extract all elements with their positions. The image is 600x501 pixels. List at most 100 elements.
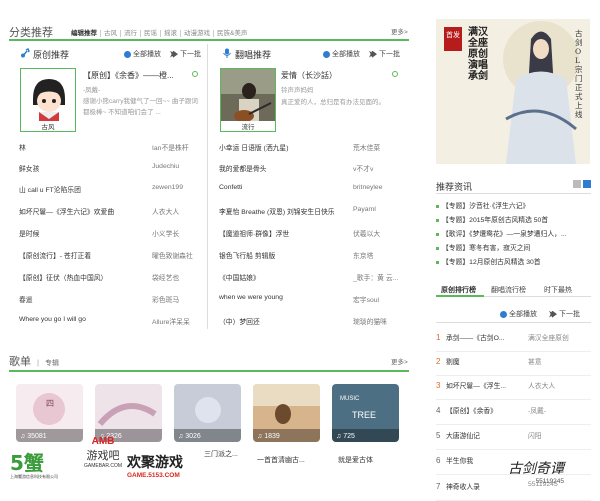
songlist-more-link[interactable]: 更多> — [391, 356, 408, 366]
svg-text:四: 四 — [46, 399, 54, 408]
rank-divider — [436, 322, 591, 323]
songlist-caption-5[interactable]: 就是爱古体 — [338, 455, 373, 465]
song-artist[interactable]: Allure洋呆呆 — [152, 316, 206, 326]
rank-row[interactable]: 4 【原创】《余香》 — [436, 405, 591, 425]
news-item[interactable]: 【专题】寒冬有害，寂灭之间 — [436, 242, 591, 252]
song-title[interactable]: 鲜女孩 — [19, 163, 147, 173]
rank-row[interactable]: 7 神奇收人录 — [436, 481, 591, 501]
song-title[interactable]: 【原创流行】- 苍打正着 — [19, 250, 147, 260]
rank-title: 半生你我 — [446, 458, 474, 465]
rank-play-all[interactable]: 全部播放 — [500, 309, 537, 319]
news-item[interactable]: 【歌评】《梦遭鸯花》—一泉梦遭归人，... — [436, 228, 591, 238]
rank-row[interactable]: 5 大唐游仙记 — [436, 430, 591, 450]
play-all-icon — [323, 50, 330, 58]
song-title[interactable]: Where you go I will go — [19, 316, 147, 323]
rank-next-batch[interactable]: 下一批 — [549, 309, 580, 319]
cover-play-all[interactable]: 全部播放 — [323, 49, 360, 59]
song-artist[interactable]: 人衣大人 — [152, 206, 206, 216]
song-artist[interactable]: _歌手：黄 云... — [353, 272, 408, 282]
songlist-caption-3[interactable]: 三门派之... — [204, 449, 238, 459]
tab-anime-game[interactable]: 动漫游戏 — [181, 30, 214, 37]
song-title[interactable]: 我的爱都是骨头 — [219, 163, 349, 173]
svg-text:TREE: TREE — [352, 410, 376, 420]
cover-next-batch[interactable]: 下一批 — [369, 49, 400, 59]
songlist-cover-1[interactable]: 四 ♫ 35081 — [16, 384, 83, 442]
original-avatar[interactable]: 古风 — [20, 68, 76, 132]
song-artist[interactable]: 荒木佳菜 — [353, 142, 408, 152]
song-artist[interactable]: 小义学长 — [152, 228, 206, 238]
tab-rock[interactable]: 摇滚 — [161, 30, 181, 37]
song-artist[interactable]: zewen199 — [152, 184, 206, 191]
song-artist[interactable]: 彩色斑马 — [152, 294, 206, 304]
play-count: 725 — [343, 433, 355, 440]
song-title[interactable]: when we were young — [219, 294, 349, 301]
tab-cover-pop-rank[interactable]: 翻唱流行榜 — [491, 285, 526, 295]
news-prev-button[interactable] — [573, 180, 581, 188]
tab-trending[interactable]: 时下最热 — [544, 285, 572, 295]
original-play-all[interactable]: 全部播放 — [124, 49, 161, 59]
tab-ethnic-bel-canto[interactable]: 民族&美声 — [214, 30, 250, 37]
news-item[interactable]: 【专题】汐音社·《浮生六记》 — [436, 200, 591, 210]
logo-5xie: 5蟹 上海蟹游信息科技有限公司 — [10, 452, 76, 486]
song-title[interactable]: 春遥 — [19, 294, 147, 304]
play-all-label: 全部播放 — [509, 311, 537, 318]
song-artist[interactable]: 宏宇soul — [353, 294, 408, 304]
song-title[interactable]: 林 — [19, 142, 147, 152]
tab-original-rank[interactable]: 原创排行榜 — [441, 285, 476, 295]
song-artist[interactable]: 伏羲以大 — [353, 228, 408, 238]
song-title[interactable]: 李夏怡 Breathe (双恩) 刘锦安生日快乐 — [219, 206, 349, 216]
rank-number: 3 — [436, 381, 441, 390]
song-artist[interactable]: 曜色致谢森社 — [152, 250, 206, 260]
song-artist[interactable]: britneylee — [353, 184, 408, 191]
song-artist[interactable]: 琬琰的猫咪 — [353, 316, 408, 326]
song-title[interactable]: 银色飞行船 剪辑版 — [219, 250, 349, 260]
rank-row[interactable]: 2 剔魔 — [436, 356, 591, 376]
song-title[interactable]: 小幸运 日语版 (洒九星) — [219, 142, 349, 152]
songlist-caption-4[interactable]: 一首首清幽古... — [257, 455, 305, 465]
tab-pop[interactable]: 流行 — [121, 30, 141, 37]
song-title[interactable]: 【魔道祖师·群像】浮世 — [219, 228, 349, 238]
songlist-title-text: 歌单 — [9, 356, 31, 368]
song-title[interactable]: 山 call u FT沦陷乐团 — [19, 184, 147, 194]
news-item[interactable]: 【专题】12月原创古风精选 30首 — [436, 256, 591, 266]
news-next-button[interactable] — [583, 180, 591, 188]
category-more-link[interactable]: 更多> — [391, 26, 408, 36]
headphone-icon[interactable] — [392, 70, 398, 79]
song-title[interactable]: 是时候 — [19, 228, 147, 238]
songlist-cover-3[interactable]: ♫ 3026 — [174, 384, 241, 442]
rank-artist: 满汉全座原创 — [528, 335, 569, 342]
next-icon — [549, 310, 557, 318]
poster-gujian-chengjian[interactable]: 首发 满汉全座原创演唱 承剑 古剑OL宗门正式上线 — [436, 19, 590, 164]
tab-folk[interactable]: 民谣 — [141, 30, 161, 37]
song-artist[interactable]: Ian不是株杆 — [152, 142, 206, 152]
song-artist[interactable]: v不才v — [353, 163, 408, 173]
song-title[interactable]: 【原创】征伏（热血中国风） — [19, 272, 147, 282]
song-artist[interactable]: 东京塔 — [353, 250, 408, 260]
songlist-cover-5[interactable]: MUSIC TREE ♫ 725 — [332, 384, 399, 442]
headphone-icon[interactable] — [192, 70, 198, 79]
tab-editor-pick[interactable]: 编辑推荐 — [68, 30, 101, 37]
original-feature-title[interactable]: 【原创】《余香》——橙... — [83, 70, 188, 81]
tab-gufeng[interactable]: 古风 — [101, 30, 121, 37]
original-next-batch[interactable]: 下一批 — [170, 49, 201, 59]
song-title[interactable]: 如坏尺鬘—《浮生六记》欢爱曲 — [19, 206, 147, 216]
news-item[interactable]: 【专题】2015年原创古风精选 50首 — [436, 214, 591, 224]
category-tabs: 编辑推荐 古风 流行 民谣 摇滚 动漫游戏 民族&美声 — [68, 27, 250, 37]
song-artist[interactable]: Judechiu — [152, 163, 206, 170]
song-artist[interactable]: PayamI — [353, 206, 408, 213]
rank-row[interactable]: 3 如坏尺鬘—《浮生... — [436, 380, 591, 400]
song-artist[interactable]: 袋经艺也 — [152, 272, 206, 282]
album-tab[interactable]: 专辑 — [45, 360, 59, 367]
cover-feature-title[interactable]: 爱情（长沙話） — [281, 70, 386, 81]
song-title[interactable]: 《中国姑娘》 — [219, 272, 349, 282]
next-label: 下一批 — [379, 51, 400, 58]
rank-title: 承剑——《古剑O... — [446, 335, 505, 342]
song-title[interactable]: Confetti — [219, 184, 349, 191]
songlist-cover-2[interactable]: ♫ 2326 — [95, 384, 162, 442]
cover-avatar[interactable]: 流行 — [220, 68, 276, 132]
guitar-icon — [20, 48, 30, 58]
rank-row[interactable]: 6 半生你我 — [436, 455, 591, 475]
song-title[interactable]: （中）梦回还 — [219, 316, 349, 326]
rank-artist: 闪阳 — [528, 433, 542, 440]
songlist-cover-4[interactable]: ♫ 1839 — [253, 384, 320, 442]
